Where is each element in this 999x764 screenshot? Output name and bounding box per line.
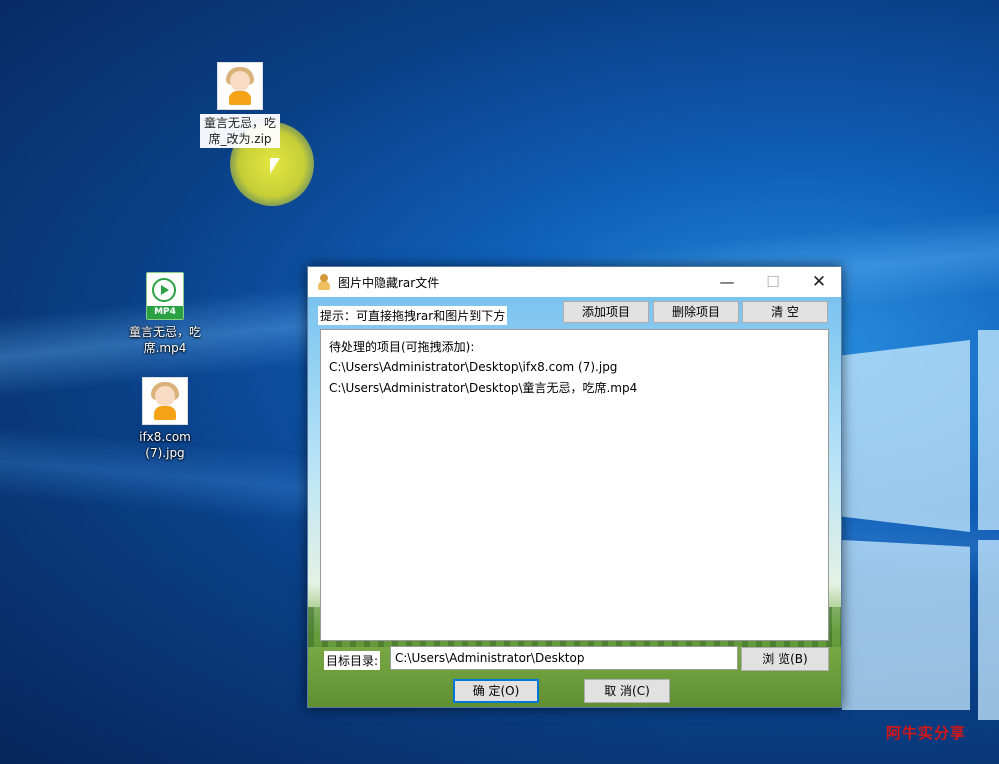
clear-button[interactable]: 清 空 — [742, 301, 828, 323]
app-icon — [317, 274, 331, 290]
desktop-icon-label: 童言无忌，吃 席_改为.zip — [200, 114, 280, 148]
list-item[interactable]: C:\Users\Administrator\Desktop\ifx8.com … — [329, 360, 617, 374]
desktop-icon-label: ifx8.com (7).jpg — [139, 430, 191, 460]
desktop-icon-jpg[interactable]: ifx8.com (7).jpg — [120, 377, 210, 461]
delete-item-button[interactable]: 删除项目 — [653, 301, 739, 323]
target-dir-input[interactable] — [390, 646, 738, 670]
desktop-icon-zip[interactable]: 童言无忌，吃 席_改为.zip — [195, 62, 285, 148]
desktop-icon-label: 童言无忌，吃 席.mp4 — [128, 325, 201, 355]
cancel-button[interactable]: 取 消(C) — [584, 679, 670, 703]
minimize-icon[interactable]: — — [704, 267, 750, 297]
windows-logo-pane — [978, 330, 999, 530]
list-item[interactable]: C:\Users\Administrator\Desktop\童言无忌，吃席.m… — [329, 379, 637, 396]
list-header: 待处理的项目(可拖拽添加): — [329, 340, 475, 354]
windows-logo-pane — [978, 540, 999, 720]
pending-items-list[interactable]: 待处理的项目(可拖拽添加): C:\Users\Administrator\De… — [320, 329, 829, 641]
windows-logo-pane — [842, 540, 970, 710]
desktop-icon-mp4[interactable]: MP4 童言无忌，吃 席.mp4 — [120, 272, 210, 356]
mp4-file-icon: MP4 — [146, 272, 184, 320]
hint-text: 提示：可直接拖拽rar和图片到下方 — [318, 306, 508, 325]
window-title: 图片中隐藏rar文件 — [338, 276, 440, 290]
maximize-icon[interactable]: ☐ — [750, 267, 796, 297]
browse-button[interactable]: 浏 览(B) — [741, 647, 829, 671]
close-icon[interactable]: ✕ — [796, 267, 842, 297]
title-bar[interactable]: 图片中隐藏rar文件 — ☐ ✕ — [308, 267, 841, 297]
girl-image-icon — [142, 377, 188, 425]
target-dir-label: 目标目录: — [324, 651, 381, 670]
ok-button[interactable]: 确 定(O) — [453, 679, 539, 703]
girl-image-icon — [217, 62, 263, 110]
window-client: 提示：可直接拖拽rar和图片到下方 添加项目 删除项目 清 空 待处理的项目(可… — [308, 297, 841, 707]
add-item-button[interactable]: 添加项目 — [563, 301, 649, 323]
app-window: 图片中隐藏rar文件 — ☐ ✕ 提示：可直接拖拽rar和图片到下方 添加项目 … — [307, 266, 842, 708]
windows-logo-pane — [842, 340, 970, 532]
watermark-text: 阿牛实分享 — [886, 724, 967, 742]
mouse-cursor-icon — [270, 158, 280, 174]
